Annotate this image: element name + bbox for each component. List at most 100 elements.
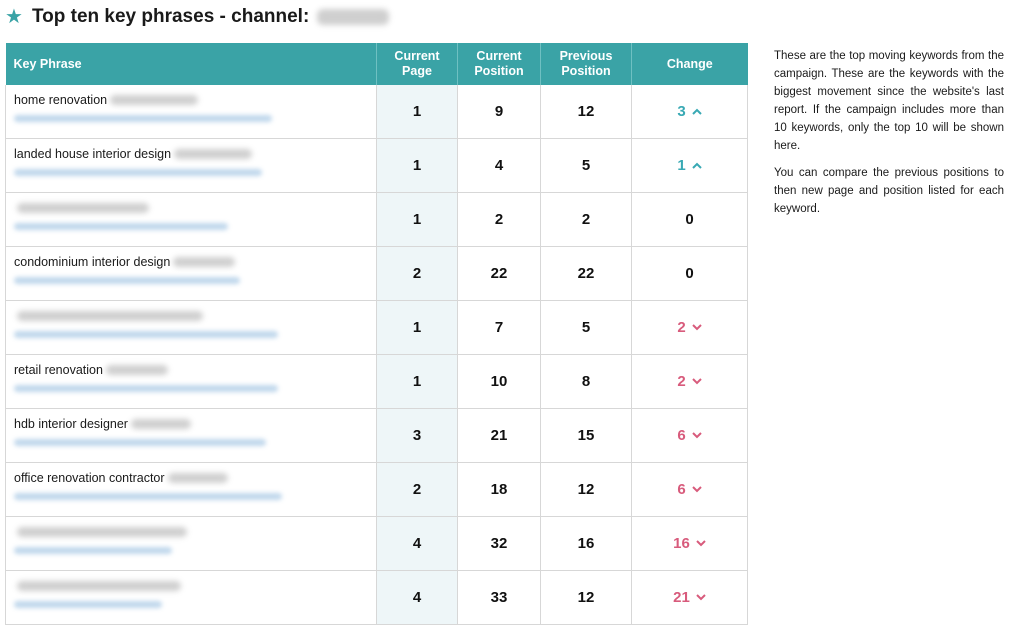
key-phrase-cell [5,516,377,571]
redacted-url [14,169,262,176]
change-cell: 0 [631,192,748,247]
redacted-location [105,364,168,375]
chevron-up-icon [691,162,702,169]
change-value: 2 [677,319,686,336]
current-page-cell: 1 [376,354,458,409]
redacted-location [110,94,199,105]
current-page-cell: 4 [376,516,458,571]
change-cell: 2 [631,354,748,409]
current-page-cell: 3 [376,408,458,463]
change-value: 6 [677,481,686,498]
current-position-cell: 33 [457,570,541,625]
key-phrase-cell: retail renovation [5,354,377,409]
table-row: 1220 [5,192,748,247]
change-cell: 0 [631,246,748,301]
change-value: 1 [677,157,686,174]
key-phrase-text: office renovation contractor [14,470,165,485]
page-title-text: Top ten key phrases - channel: [31,6,310,27]
change-cell: 2 [631,300,748,355]
current-position-cell: 10 [457,354,541,409]
change-cell: 16 [631,516,748,571]
explanation-notes: These are the top moving keywords from t… [774,47,1004,227]
redacted-url [14,277,240,284]
table-row: condominium interior design 2 22 22 0 [5,246,748,301]
redacted-key-phrase [17,526,187,537]
redacted-key-phrase [17,580,181,591]
table-row: landed house interior design 1 4 5 1 [5,138,748,193]
redacted-url [14,115,272,122]
current-position-cell: 32 [457,516,541,571]
current-position-cell: 21 [457,408,541,463]
redacted-url [14,331,278,338]
redacted-location [130,418,191,429]
change-cell: 3 [631,85,748,139]
previous-position-cell: 12 [540,85,632,139]
table-row: 1752 [5,300,748,355]
change-value: 6 [677,427,686,444]
redacted-location [174,148,253,159]
table-row: retail renovation 1 10 8 2 [5,354,748,409]
redacted-url [14,547,172,554]
previous-position-cell: 2 [540,192,632,247]
chevron-down-icon [696,594,706,601]
current-page-cell: 1 [376,138,458,193]
key-phrase-cell [5,300,377,355]
table-row: office renovation contractor 2 18 12 6 [5,462,748,517]
column-header-key-phrase: Key Phrase [5,43,377,85]
chevron-down-icon [691,324,702,331]
current-position-cell: 22 [457,246,541,301]
current-page-cell: 4 [376,570,458,625]
redacted-key-phrase [17,310,203,321]
chevron-up-icon [691,108,702,115]
current-page-cell: 1 [376,192,458,247]
redacted-channel [317,9,390,25]
redacted-url [14,601,162,608]
key-phrase-text: hdb interior designer [14,416,128,431]
column-header-change: Change [631,43,748,85]
previous-position-cell: 8 [540,354,632,409]
redacted-key-phrase [17,202,149,213]
change-cell: 21 [631,570,748,625]
chevron-down-icon [691,378,702,385]
current-position-cell: 2 [457,192,541,247]
chevron-down-icon [696,540,706,547]
key-phrase-cell: condominium interior design [5,246,377,301]
notes-paragraph-1: These are the top moving keywords from t… [774,50,1004,152]
key-phrase-cell [5,192,377,247]
table-row: 4 33 12 21 [5,570,748,625]
current-page-cell: 1 [376,300,458,355]
table-row: 4 32 16 16 [5,516,748,571]
previous-position-cell: 12 [540,462,632,517]
current-page-cell: 2 [376,246,458,301]
previous-position-cell: 15 [540,408,632,463]
change-value: 3 [677,103,686,120]
key-phrase-text: retail renovation [14,362,103,377]
star-icon: ★ [5,6,23,28]
table-row: home renovation 1 9 12 3 [5,85,748,139]
change-cell: 1 [631,138,748,193]
change-value: 21 [673,589,690,606]
key-phrase-cell: office renovation contractor [5,462,377,517]
chevron-down-icon [691,432,702,439]
change-cell: 6 [631,462,748,517]
column-header-current-position: Current Position [457,43,541,85]
page-title: ★ Top ten key phrases - channel: [5,4,390,30]
key-phrase-cell: landed house interior design [5,138,377,193]
redacted-url [14,493,282,500]
key-phrase-cell: hdb interior designer [5,408,377,463]
change-value: 0 [685,265,694,282]
change-value: 0 [685,211,694,228]
redacted-url [14,439,266,446]
change-value: 16 [673,535,690,552]
previous-position-cell: 5 [540,138,632,193]
previous-position-cell: 22 [540,246,632,301]
redacted-location [173,256,236,267]
notes-paragraph-2: You can compare the previous positions t… [774,167,1004,215]
previous-position-cell: 16 [540,516,632,571]
redacted-url [14,223,228,230]
column-header-previous-position: Previous Position [540,43,632,85]
change-value: 2 [677,373,686,390]
current-position-cell: 4 [457,138,541,193]
table-row: hdb interior designer 3 21 15 6 [5,408,748,463]
current-position-cell: 18 [457,462,541,517]
